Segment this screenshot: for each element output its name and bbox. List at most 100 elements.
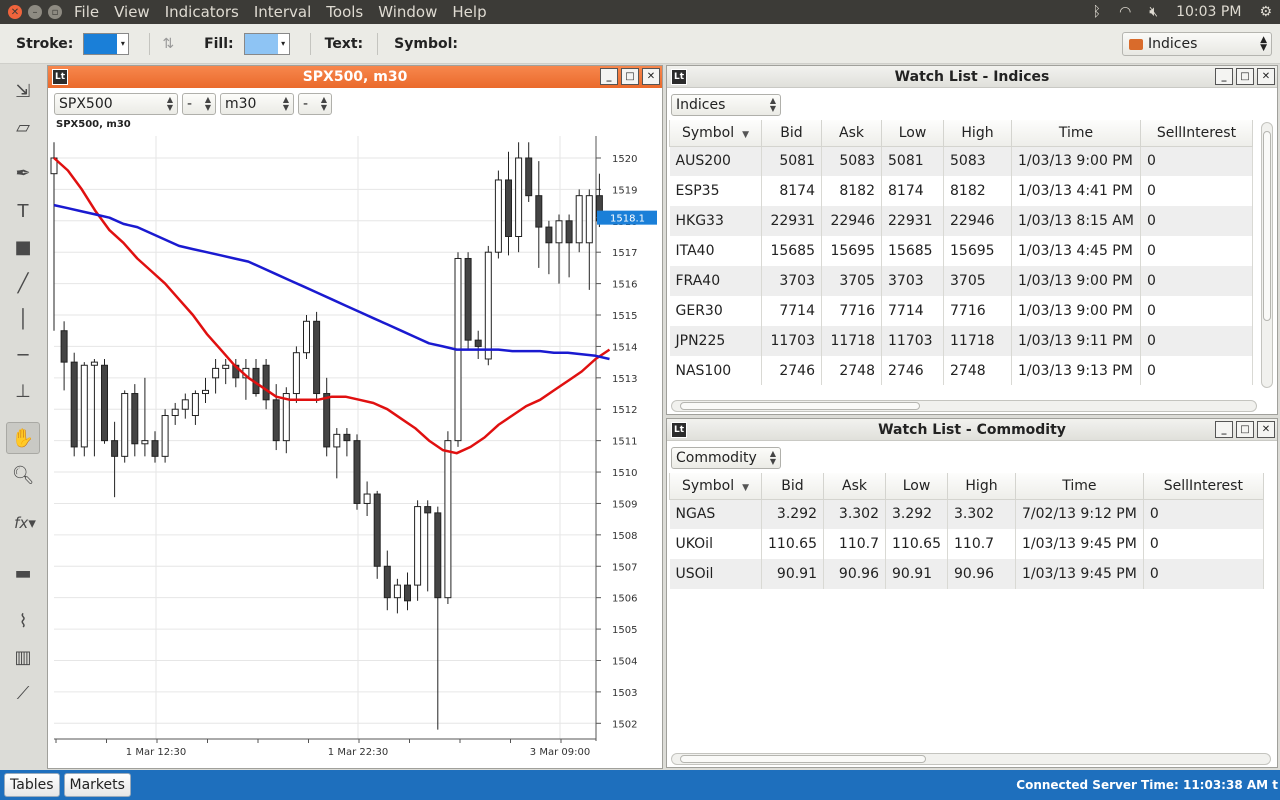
column-header-ask[interactable]: Ask — [823, 473, 886, 500]
table-row[interactable]: ITA40 15685 15695 15685 15695 1/03/13 4:45 PM… — [669, 236, 1253, 266]
wifi-icon[interactable]: ◠ — [1119, 4, 1131, 20]
table-row[interactable]: ESP35 8174 8182 8174 8182 1/03/13 4:41 PM 0 — [669, 176, 1253, 206]
volume-muted-icon[interactable]: 🔇︎ — [1149, 4, 1158, 20]
rectangle-icon[interactable]: ■ — [10, 234, 36, 260]
minimize-icon[interactable]: _ — [1215, 421, 1233, 438]
commodity-horizontal-scrollbar[interactable] — [671, 753, 1271, 765]
table-row[interactable]: JPN225 11703 11718 11703 11718 1/03/13 9:11 P… — [669, 326, 1253, 356]
column-header-high[interactable]: High — [947, 473, 1016, 500]
mid-select[interactable]: - ▲ ▼ — [182, 93, 216, 115]
group-select[interactable]: Indices ▲ ▼ — [1122, 32, 1272, 56]
tables-button[interactable]: Tables — [4, 773, 60, 797]
markets-button[interactable]: Markets — [63, 773, 131, 797]
select-cursor-icon[interactable]: ⇲ — [10, 78, 36, 104]
function-icon[interactable]: fx▾ — [10, 510, 40, 536]
menu-interval[interactable]: Interval — [254, 3, 311, 21]
column-header-sellinterest[interactable]: SellInterest — [1142, 473, 1264, 500]
table-row[interactable]: USOil 90.91 90.96 90.91 90.96 1/03/13 9:45 PM… — [669, 559, 1264, 589]
menu-indicators[interactable]: Indicators — [165, 3, 239, 21]
right-select[interactable]: - ▲ ▼ — [298, 93, 332, 115]
close-icon[interactable]: ✕ — [642, 68, 660, 85]
column-header-bid[interactable]: Bid — [761, 473, 824, 500]
menu-view[interactable]: View — [114, 3, 150, 21]
maximize-icon[interactable]: □ — [1236, 68, 1254, 85]
menu-file[interactable]: File — [74, 3, 99, 21]
table-row[interactable]: AUS200 5081 5083 5081 5083 1/03/13 9:00 PM 0 — [669, 146, 1253, 176]
column-header-time[interactable]: Time — [1011, 120, 1141, 147]
menu-window[interactable]: Window — [378, 3, 437, 21]
menu-help[interactable]: Help — [452, 3, 486, 21]
commodity-group-select[interactable]: Commodity ▲ ▼ — [671, 447, 781, 469]
table-row[interactable]: UKOil 110.65 110.7 110.65 110.7 1/03/13 9:45 … — [669, 529, 1264, 559]
interval-select[interactable]: m30 ▲ ▼ — [220, 93, 294, 115]
vertical-line-icon[interactable]: │ — [10, 306, 36, 332]
chart-window-titlebar[interactable]: Lt SPX500, m30 _ □ ✕ — [48, 66, 662, 88]
table-cell-high: 2748 — [943, 356, 1012, 385]
table-row[interactable]: HKG33 22931 22946 22931 22946 1/03/13 8:15 AM… — [669, 206, 1253, 236]
table-row[interactable]: NAS100 2746 2748 2746 2748 1/03/13 9:13 PM 0 — [669, 356, 1253, 385]
column-header-bid[interactable]: Bid — [761, 120, 822, 147]
indices-horizontal-scrollbar[interactable] — [671, 400, 1257, 412]
column-header-low[interactable]: Low — [881, 120, 944, 147]
close-icon[interactable]: ✕ — [1257, 68, 1275, 85]
maximize-icon[interactable]: □ — [621, 68, 639, 85]
table-row[interactable]: GER30 7714 7716 7714 7716 1/03/13 9:00 PM 0 — [669, 296, 1253, 326]
column-header-low[interactable]: Low — [885, 473, 948, 500]
bluetooth-icon[interactable]: ᛒ — [1093, 4, 1101, 20]
table-cell-time: 1/03/13 8:15 AM — [1011, 206, 1141, 236]
text-tool-icon[interactable]: T — [10, 198, 36, 224]
column-header-ask[interactable]: Ask — [821, 120, 882, 147]
pen-icon[interactable]: ✒ — [10, 160, 36, 186]
window-close-icon[interactable]: ✕ — [8, 5, 22, 19]
close-icon[interactable]: ✕ — [1257, 421, 1275, 438]
maximize-icon[interactable]: □ — [1236, 421, 1254, 438]
column-header-high[interactable]: High — [943, 120, 1012, 147]
column-header-label: Ask — [842, 477, 867, 494]
stamp-icon[interactable]: ⊥ — [10, 378, 36, 404]
clock[interactable]: 10:03 PM — [1176, 4, 1241, 20]
window-maximize-icon[interactable]: ▫ — [48, 5, 62, 19]
y-tick-label: 1520 — [612, 154, 637, 165]
minimize-icon[interactable]: _ — [600, 68, 618, 85]
swap-colors-icon[interactable]: ⇅ — [162, 36, 174, 52]
watch-commodity-titlebar[interactable]: Lt Watch List - Commodity _ □ ✕ — [667, 419, 1277, 441]
indices-vertical-scrollbar[interactable] — [1261, 122, 1273, 388]
diagonal-line-icon[interactable]: ╱ — [10, 270, 36, 296]
table-row[interactable]: NGAS 3.292 3.302 3.292 3.302 7/02/13 9:12 PM 0 — [669, 499, 1264, 529]
stroke-color-button[interactable]: ▾ — [83, 32, 130, 55]
horizontal-line-icon[interactable]: ─ — [10, 342, 36, 368]
hand-icon[interactable]: ✋ — [6, 422, 40, 454]
window-minimize-icon[interactable]: – — [28, 5, 42, 19]
scroll-thumb[interactable] — [680, 755, 926, 763]
sort-arrow-icon[interactable]: ▼ — [742, 483, 749, 493]
gear-icon[interactable]: ⚙ — [1259, 4, 1272, 20]
table-row[interactable]: FRA40 3703 3705 3703 3705 1/03/13 9:00 PM 0 — [669, 266, 1253, 296]
sort-arrow-icon[interactable]: ▼ — [742, 130, 749, 140]
watch-indices-window: Lt Watch List - Indices _ □ ✕ Indices ▲ ▼… — [666, 65, 1278, 415]
menu-tools[interactable]: Tools — [326, 3, 363, 21]
eraser-icon[interactable]: ▱ — [10, 114, 36, 140]
candle-bullish — [202, 389, 209, 395]
menu-bar: File View Indicators Interval Tools Wind… — [74, 3, 502, 21]
scroll-thumb[interactable] — [1263, 131, 1271, 321]
zoom-icon[interactable]: 🔍︎ — [10, 462, 36, 488]
scroll-thumb[interactable] — [680, 402, 920, 410]
column-header-time[interactable]: Time — [1015, 473, 1144, 500]
column-header-label: SellInterest — [1163, 477, 1243, 494]
table-cell-low: 15685 — [881, 236, 944, 266]
price-chart[interactable]: 1502 1503 1504 1505 1506 1507 1508 1509 1510 1511… — [48, 136, 662, 766]
watch-indices-titlebar[interactable]: Lt Watch List - Indices _ □ ✕ — [667, 66, 1277, 88]
chart-type-area-icon[interactable]: ⟋ — [10, 680, 36, 706]
column-header-symbol[interactable]: Symbol ▼ — [669, 473, 762, 500]
panel-icon[interactable]: ▬ — [10, 560, 36, 586]
minimize-icon[interactable]: _ — [1215, 68, 1233, 85]
indices-group-select[interactable]: Indices ▲ ▼ — [671, 94, 781, 116]
fill-color-button[interactable]: ▾ — [243, 32, 290, 55]
symbol-select[interactable]: SPX500 ▲ ▼ — [54, 93, 178, 115]
column-header-symbol[interactable]: Symbol ▼ — [669, 120, 762, 147]
spinner-arrows-icon: ▲ ▼ — [769, 449, 776, 466]
watch-commodity-window: Lt Watch List - Commodity _ □ ✕ Commodit… — [666, 418, 1278, 768]
column-header-sellinterest[interactable]: SellInterest — [1139, 120, 1253, 147]
chart-type-bar-icon[interactable]: ▥ — [10, 644, 36, 670]
chart-type-line-icon[interactable]: ⌇ — [10, 608, 36, 634]
